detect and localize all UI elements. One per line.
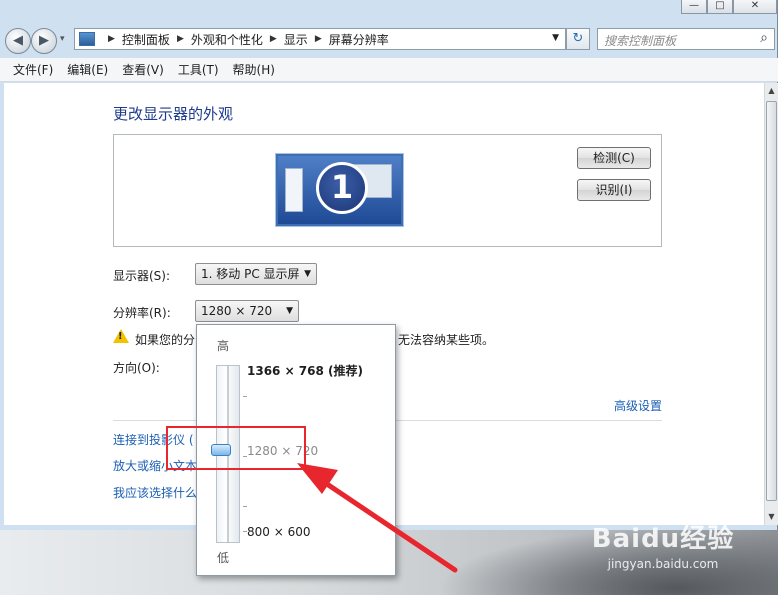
menu-help[interactable]: 帮助(H) [226,61,282,78]
vertical-scrollbar[interactable]: ▲ ▼ [764,83,778,525]
warning-text-tail: 无法容纳某些项。 [398,333,495,347]
back-button[interactable]: ◀ [5,28,31,54]
breadcrumb-screen-resolution[interactable]: 屏幕分辨率 [329,31,389,48]
resolution-option-minimum[interactable]: 800 × 600 [247,525,311,539]
breadcrumb-separator-icon[interactable]: ▶ [177,34,184,44]
resolution-select[interactable]: 1280 × 720 ▼ [195,300,299,322]
monitor-number-badge: 1 [316,162,368,214]
navigation-bar: ◀ ▶ ▾ ▶ 控制面板 ▶ 外观和个性化 ▶ 显示 ▶ 屏幕分辨率 ▼ ↻ 搜… [0,22,778,58]
slider-tick [243,506,247,507]
breadcrumb-appearance[interactable]: 外观和个性化 [191,31,263,48]
breadcrumb-separator-icon[interactable]: ▶ [108,34,115,44]
close-button[interactable]: ✕ [733,0,777,14]
scroll-up-icon[interactable]: ▲ [765,83,778,99]
dropdown-arrow-icon: ▼ [304,269,311,279]
resolution-label: 分辨率(R): [113,306,171,320]
watermark-url: jingyan.baidu.com [607,557,719,571]
resolution-option-recommended[interactable]: 1366 × 768 (推荐) [247,362,363,379]
search-icon[interactable]: ⌕ [760,30,768,46]
breadcrumb-display[interactable]: 显示 [284,31,308,48]
monitor-preview-panel: 1 检测(C) 识别(I) [113,134,662,247]
resolution-select-value: 1280 × 720 [201,304,273,318]
menu-bar: 文件(F) 编辑(E) 查看(V) 工具(T) 帮助(H) [0,58,778,82]
maximize-button[interactable]: □ [707,0,733,14]
breadcrumb-control-panel[interactable]: 控制面板 [122,31,170,48]
slider-high-label: 高 [217,339,230,353]
menu-file[interactable]: 文件(F) [6,61,60,78]
baidu-watermark: Baidu经验 jingyan.baidu.com [588,518,738,578]
breadcrumb-separator-icon[interactable]: ▶ [270,34,277,44]
display-select[interactable]: 1. 移动 PC 显示屏 ▼ [195,263,317,285]
display-help-link[interactable]: 我应该选择什么 [113,484,197,501]
recent-pages-dropdown-icon[interactable]: ▾ [60,34,65,44]
search-input[interactable]: 搜索控制面板 ⌕ [597,28,775,50]
detect-button[interactable]: 检测(C) [577,147,651,169]
monitor-icon[interactable]: 1 [276,154,403,226]
orientation-label: 方向(O): [113,361,160,375]
warning-exclamation-icon: ! [118,331,123,342]
display-select-value: 1. 移动 PC 显示屏 [201,267,300,281]
monitor-window-thumbnail [285,168,303,212]
caption-buttons: — □ ✕ [681,0,777,14]
refresh-button[interactable]: ↻ [566,28,590,50]
minimize-button[interactable]: — [681,0,707,14]
forward-button[interactable]: ▶ [31,28,57,54]
search-placeholder: 搜索控制面板 [604,34,677,48]
scroll-down-icon[interactable]: ▼ [765,509,778,525]
control-panel-icon [79,32,95,46]
highlight-box [166,426,306,470]
menu-tools[interactable]: 工具(T) [171,61,226,78]
slider-low-label: 低 [217,551,230,565]
slider-tick [243,396,247,397]
identify-button[interactable]: 识别(I) [577,179,651,201]
address-dropdown-icon[interactable]: ▼ [552,33,559,43]
address-bar[interactable]: ▶ 控制面板 ▶ 外观和个性化 ▶ 显示 ▶ 屏幕分辨率 ▼ [74,28,566,50]
watermark-logo: Baidu经验 [591,524,735,554]
page-title: 更改显示器的外观 [113,105,234,123]
warning-text: 如果您的分 [135,333,196,347]
display-label: 显示器(S): [113,269,171,283]
advanced-settings-link[interactable]: 高级设置 [614,397,662,414]
menu-edit[interactable]: 编辑(E) [60,61,115,78]
breadcrumb-separator-icon[interactable]: ▶ [315,34,322,44]
menu-view[interactable]: 查看(V) [115,61,171,78]
dropdown-arrow-icon: ▼ [286,306,293,316]
scroll-thumb[interactable] [766,101,777,501]
